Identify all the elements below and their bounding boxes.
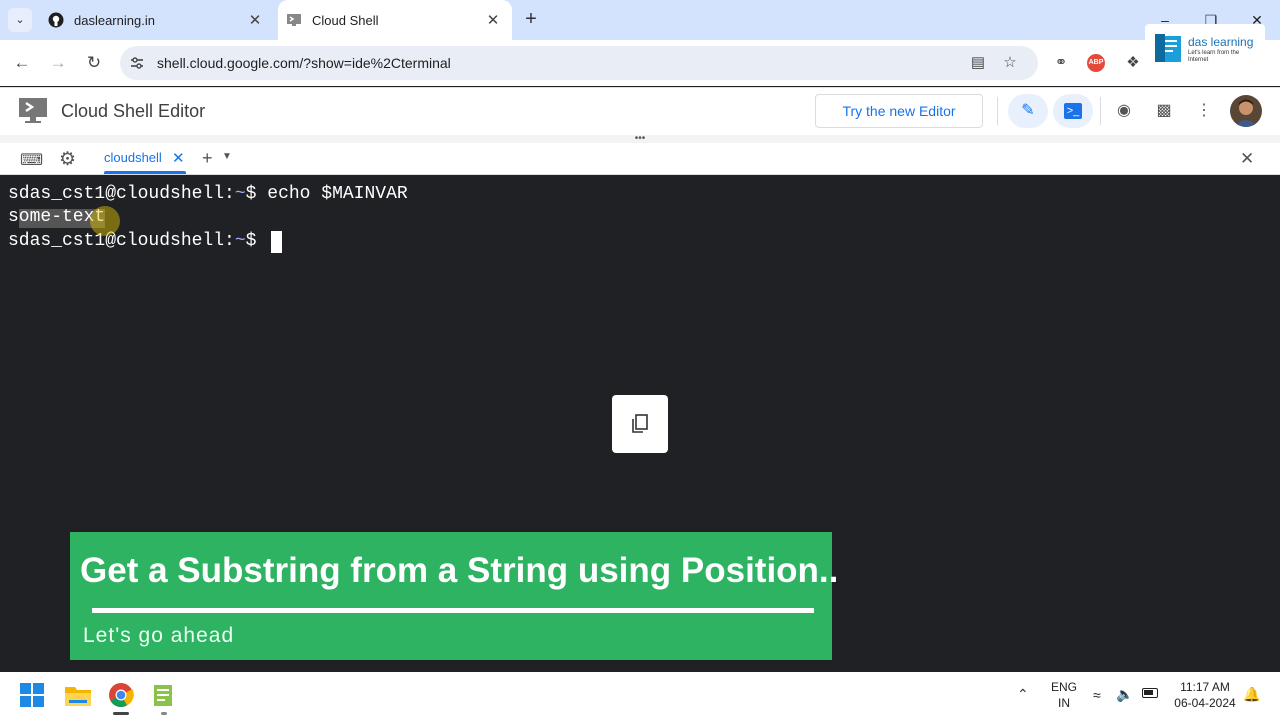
clock-time: 11:17 AM [1180,680,1230,694]
more-options-icon[interactable]: ⋮ [1184,94,1224,128]
app-title: Cloud Shell Editor [61,101,206,121]
language-code: ENG [1050,680,1077,694]
tab-search-chevron-icon[interactable]: ⌄ [8,8,32,32]
open-editor-pencil-icon[interactable]: ✎ [1008,94,1048,128]
tab-title: daslearning.in [74,12,155,28]
terminal-tab-bar [0,143,1280,175]
extension-screen-icon[interactable]: ⚭ [1050,52,1072,74]
battery-icon[interactable] [1142,688,1158,698]
reload-icon[interactable]: ↻ [83,52,105,74]
terminal-layout-icon[interactable]: ▩ [1144,94,1184,128]
forward-arrow-icon[interactable]: → [47,52,69,74]
open-terminal-icon[interactable]: >_ [1053,94,1093,128]
tab-title: Cloud Shell [312,12,379,28]
web-preview-icon[interactable]: ◉ [1104,94,1144,128]
windows-taskbar [0,672,1280,720]
banner-subtitle: Let's go ahead [83,624,235,647]
running-app-indicator [161,712,167,715]
clock[interactable]: 11:17 AM 06-04-2024 [1170,680,1240,710]
url-text[interactable]: shell.cloud.google.com/?show=ide%2Ctermi… [157,55,451,71]
cloud-shell-favicon-icon [286,12,302,28]
extensions-puzzle-icon[interactable]: ❖ [1122,52,1144,74]
terminal-tab-cloudshell[interactable]: cloudshell [104,150,162,165]
back-arrow-icon[interactable]: ← [11,52,33,74]
windows-start-icon[interactable] [19,682,47,710]
browser-tab-cloud-shell[interactable]: Cloud Shell ✕ [278,0,512,40]
show-hidden-icons-chevron-icon[interactable]: ⌃ [1017,686,1029,703]
terminal-line: sdas_cst1@cloudshell:~$ [8,231,268,251]
notepad-app-icon[interactable] [152,682,180,710]
bookmark-star-icon[interactable]: ☆ [999,52,1021,74]
logo-tagline: Let's learn from the Internet [1188,50,1240,63]
input-language-indicator[interactable]: ENG IN [1048,680,1080,710]
close-terminal-tab-icon[interactable]: ✕ [172,149,185,167]
new-tab-plus-icon[interactable]: + [520,8,542,30]
wifi-icon[interactable]: ≈ [1093,687,1101,703]
clock-date: 06-04-2024 [1174,696,1236,710]
header-divider [1100,97,1101,125]
close-tab-icon[interactable]: ✕ [246,11,264,29]
logo-name: das learning [1188,35,1254,49]
adblock-plus-icon[interactable]: ABP [1087,54,1105,72]
active-app-indicator [113,712,129,715]
settings-gear-icon[interactable]: ⚙ [59,148,76,171]
chrome-icon[interactable] [108,682,136,710]
github-icon [48,12,64,28]
active-tab-indicator [104,171,186,174]
terminal-cursor [271,231,282,253]
banner-title: Get a Substring from a String using Posi… [80,551,839,590]
install-app-icon[interactable]: ▤ [967,52,989,74]
terminal-line: sdas_cst1@cloudshell:~$ echo $MAINVAR [8,184,408,204]
user-avatar[interactable] [1230,95,1262,127]
keyboard-icon[interactable]: ⌨ [20,150,43,170]
terminal-dropdown-icon[interactable]: ▼ [222,151,232,162]
close-tab-icon[interactable]: ✕ [484,11,502,29]
drag-handle-icon[interactable]: ••• [630,134,650,144]
mouse-pointer-highlight [90,206,120,236]
add-terminal-plus-icon[interactable]: + [202,148,213,169]
site-settings-icon[interactable] [128,54,146,72]
das-learning-logo: das learning Let's learn from the Intern… [1145,24,1265,72]
header-divider [997,97,998,125]
cloud-shell-logo-icon [18,96,50,126]
volume-icon[interactable]: 🔈 [1116,686,1133,703]
try-new-editor-button[interactable]: Try the new Editor [815,94,983,128]
file-explorer-icon[interactable] [64,682,92,710]
copy-icon[interactable] [612,395,668,453]
close-terminal-panel-icon[interactable]: ✕ [1240,149,1254,169]
banner-divider [92,608,814,613]
notifications-bell-icon[interactable]: 🔔 [1243,686,1260,703]
browser-tab-daslearning[interactable]: daslearning.in ✕ [36,0,274,40]
region-code: IN [1058,696,1070,710]
